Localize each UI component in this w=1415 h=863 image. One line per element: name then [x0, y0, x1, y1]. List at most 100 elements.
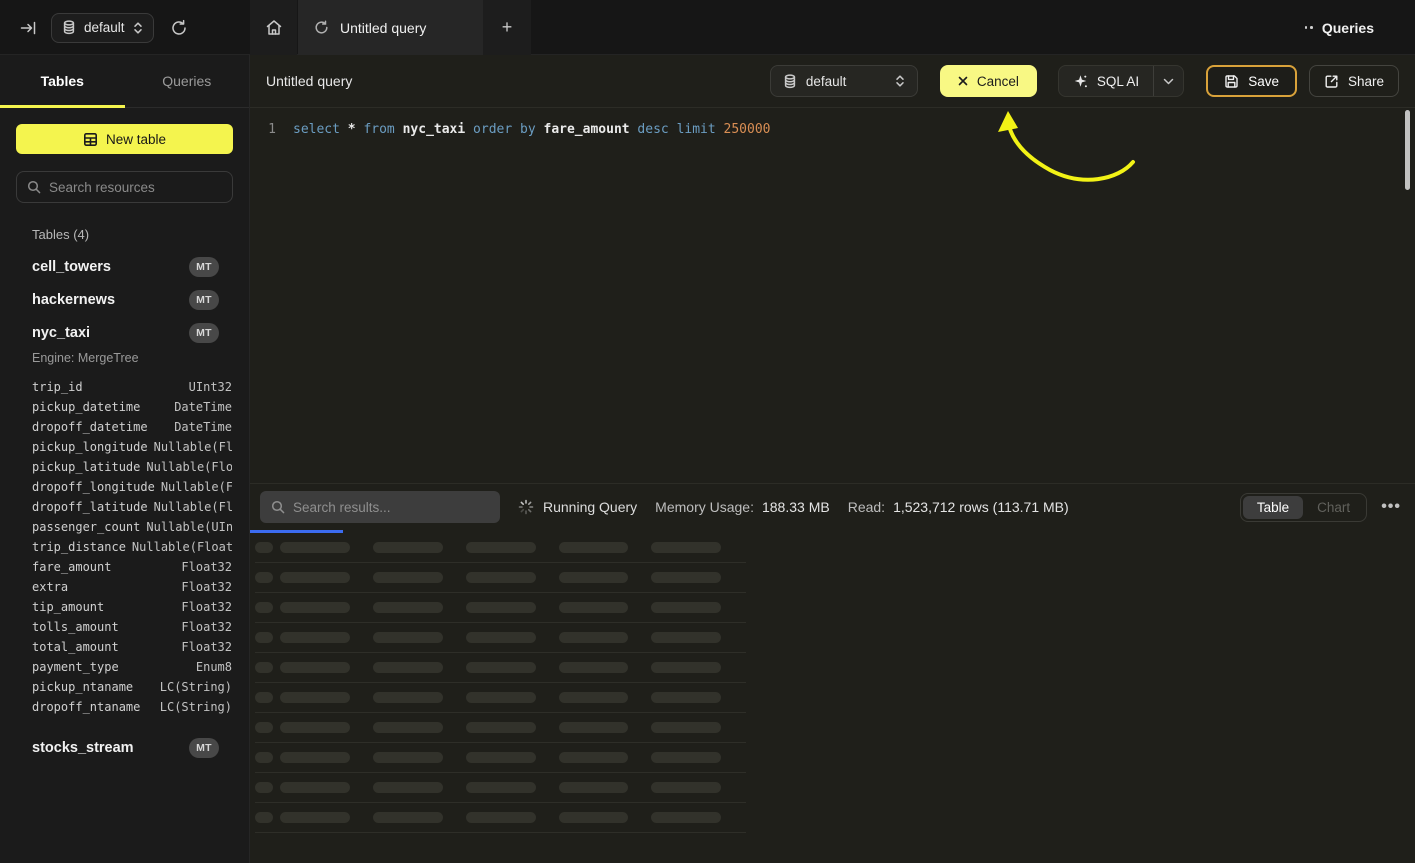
new-table-button[interactable]: New table: [16, 124, 233, 154]
skeleton-pill: [255, 782, 273, 793]
topbar-left: default: [0, 0, 250, 55]
table-row-cell-towers[interactable]: cell_towers MT: [0, 250, 249, 283]
cancel-button[interactable]: Cancel: [940, 65, 1037, 97]
close-icon: [958, 76, 968, 86]
sql-editor[interactable]: 1 select * from nyc_taxi order by fare_a…: [250, 108, 1415, 483]
table-row-nyc-taxi[interactable]: nyc_taxi MT: [0, 316, 249, 349]
table-name: stocks_stream: [32, 740, 134, 756]
column-row: pickup_ntanameLC(String): [32, 677, 232, 697]
skeleton-pill: [559, 812, 628, 823]
sync-icon: [314, 20, 329, 35]
database-icon: [783, 74, 797, 89]
sidebar-tab-queries-label: Queries: [162, 73, 211, 89]
memory-usage-label: Memory Usage:: [655, 499, 754, 515]
skeleton-pill: [280, 632, 350, 643]
skeleton-row: [255, 563, 746, 593]
share-icon: [1324, 74, 1339, 89]
skeleton-pill: [559, 542, 628, 553]
new-tab-button[interactable]: +: [483, 0, 531, 55]
search-resources-input[interactable]: [49, 180, 222, 195]
skeleton-pill: [373, 812, 443, 823]
refresh-icon[interactable]: [170, 19, 188, 37]
skeleton-pill: [373, 632, 443, 643]
skeleton-pill: [466, 572, 536, 583]
line-number: 1: [250, 119, 276, 141]
skeleton-row: [255, 803, 746, 833]
sql-ai-dropdown[interactable]: [1153, 66, 1183, 96]
skeleton-pill: [651, 692, 721, 703]
toggle-table[interactable]: Table: [1243, 496, 1303, 519]
more-options-button[interactable]: •••: [1381, 502, 1401, 512]
mergetree-badge: MT: [189, 323, 219, 343]
topbar-database-selector[interactable]: default: [51, 13, 154, 43]
topbar-database-value: default: [84, 20, 125, 35]
save-button[interactable]: Save: [1206, 65, 1297, 97]
tab-title: Untitled query: [340, 20, 426, 36]
plus-icon: +: [502, 17, 513, 38]
skeleton-pill: [255, 572, 273, 583]
tab-strip: Untitled query +: [250, 0, 531, 55]
sidebar-tabs: Tables Queries: [0, 55, 249, 108]
skeleton-pill: [651, 782, 721, 793]
column-row: passenger_countNullable(UIn: [32, 517, 232, 537]
skeleton-pill: [466, 722, 536, 733]
share-button[interactable]: Share: [1309, 65, 1399, 97]
mergetree-badge: MT: [189, 738, 219, 758]
sql-token: by: [520, 122, 536, 137]
skeleton-pill: [280, 782, 350, 793]
skeleton-pill: [651, 752, 721, 763]
collapse-sidebar-icon[interactable]: [20, 20, 37, 36]
column-row: dropoff_longitudeNullable(F: [32, 477, 232, 497]
query-header: Untitled query default Cancel SQL AI: [250, 55, 1415, 108]
sql-ai-main[interactable]: SQL AI: [1059, 66, 1153, 96]
table-name: nyc_taxi: [32, 325, 90, 341]
column-row: pickup_longitudeNullable(Fl: [32, 437, 232, 457]
skeleton-pill: [280, 572, 350, 583]
skeleton-pill: [373, 542, 443, 553]
share-label: Share: [1348, 74, 1384, 89]
mergetree-badge: MT: [189, 290, 219, 310]
skeleton-pill: [651, 602, 721, 613]
tab-untitled-query[interactable]: Untitled query: [298, 0, 483, 55]
main-panel: Untitled query default Cancel SQL AI: [250, 55, 1415, 863]
table-row-stocks-stream[interactable]: stocks_stream MT: [0, 731, 249, 764]
editor-scrollbar[interactable]: [1405, 110, 1410, 190]
save-label: Save: [1248, 74, 1279, 89]
annotation-arrow: [250, 108, 1415, 483]
mergetree-badge: MT: [189, 257, 219, 277]
skeleton-pill: [559, 662, 628, 673]
toggle-chart[interactable]: Chart: [1303, 496, 1364, 519]
column-row: extraFloat32: [32, 577, 232, 597]
skeleton-pill: [280, 722, 350, 733]
query-database-selector[interactable]: default: [770, 65, 918, 97]
sidebar-tab-queries[interactable]: Queries: [125, 55, 250, 107]
skeleton-pill: [255, 812, 273, 823]
home-tab-button[interactable]: [250, 0, 297, 55]
table-name: cell_towers: [32, 259, 111, 275]
sidebar-tab-tables[interactable]: Tables: [0, 55, 125, 107]
skeleton-pill: [651, 542, 721, 553]
search-results-input[interactable]: [293, 500, 489, 515]
table-row-hackernews[interactable]: hackernews MT: [0, 283, 249, 316]
read-label: Read:: [848, 499, 885, 515]
sparkle-icon: [1073, 74, 1088, 89]
skeleton-pill: [280, 662, 350, 673]
queries-link[interactable]: Queries: [1305, 0, 1374, 55]
column-row: dropoff_datetimeDateTime: [32, 417, 232, 437]
skeleton-pill: [559, 632, 628, 643]
query-status: Running Query: [518, 499, 637, 515]
skeleton-row: [255, 533, 746, 563]
skeleton-pill: [559, 782, 628, 793]
sidebar-search[interactable]: [16, 171, 233, 203]
skeleton-pill: [559, 752, 628, 763]
skeleton-pill: [466, 632, 536, 643]
queries-link-label: Queries: [1322, 20, 1374, 36]
skeleton-pill: [559, 602, 628, 613]
skeleton-pill: [255, 632, 273, 643]
results-search[interactable]: [260, 491, 500, 523]
search-icon: [271, 500, 285, 514]
table-name: hackernews: [32, 292, 115, 308]
nyc-taxi-columns: trip_idUInt32pickup_datetimeDateTimedrop…: [0, 373, 249, 717]
sql-token: from: [363, 122, 394, 137]
sidebar-tab-tables-label: Tables: [41, 73, 84, 89]
